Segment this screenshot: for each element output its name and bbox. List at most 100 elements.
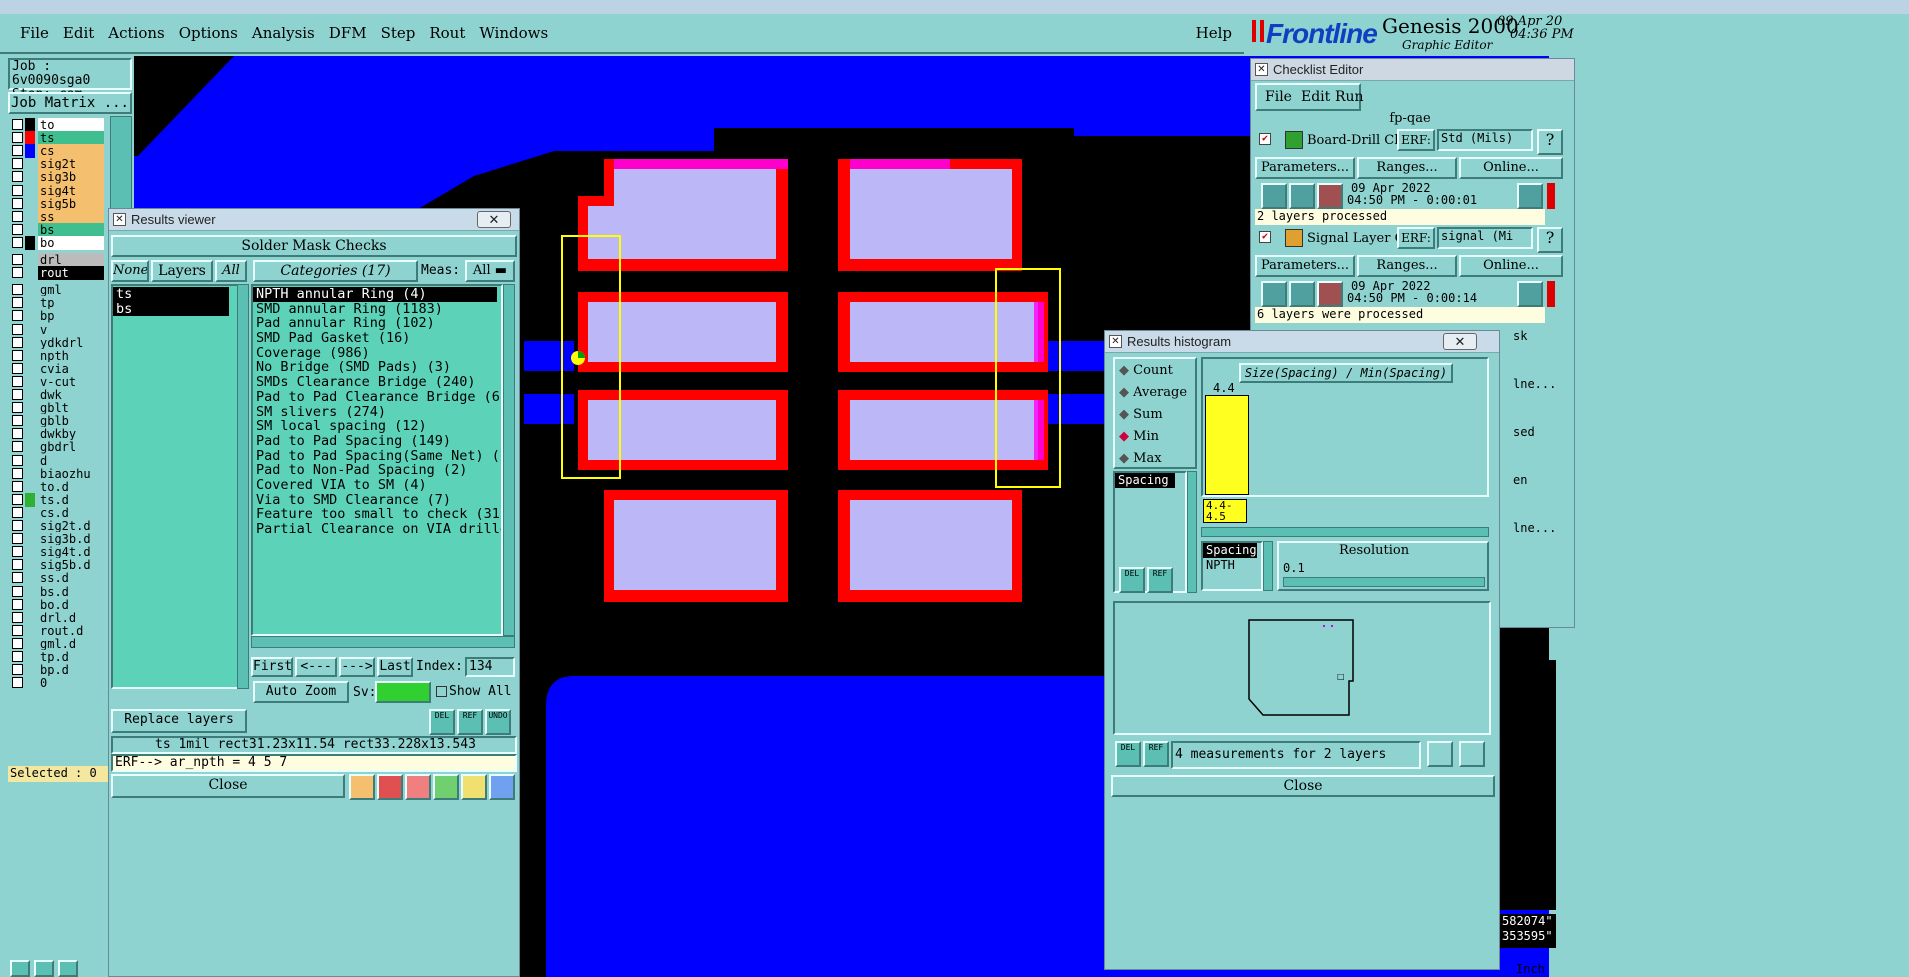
layer-checkbox[interactable] (12, 585, 23, 597)
category-item[interactable]: No Bridge (SMD Pads) (3) (253, 360, 501, 375)
parameters-button[interactable]: Parameters... (1255, 157, 1355, 179)
first-button[interactable]: First (251, 657, 293, 677)
layer-checkbox[interactable] (12, 598, 23, 610)
menu-file[interactable]: File (20, 24, 49, 42)
menu-edit[interactable]: Edit (63, 24, 94, 42)
layer-checkbox[interactable] (12, 520, 23, 531)
parameters-button[interactable]: Parameters... (1255, 255, 1355, 277)
index-input[interactable]: 134 (465, 657, 515, 677)
layer-checkbox[interactable] (12, 428, 23, 440)
layer-row-to[interactable]: to (12, 118, 104, 132)
help-button[interactable]: ? (1537, 227, 1563, 253)
layer-row-bp-d[interactable]: bp.d (12, 663, 104, 678)
layer-checkbox[interactable] (12, 336, 23, 348)
results-layer-list[interactable]: ts bs (111, 284, 239, 689)
category-item[interactable]: Partial Clearance on VIA drilled (253, 522, 501, 537)
layer-row-cs-d[interactable]: cs.d (12, 505, 104, 520)
layer-checkbox[interactable] (12, 375, 23, 387)
layer-list-scrollbar[interactable] (237, 284, 249, 689)
layer-row-bo[interactable]: bo (12, 235, 104, 250)
histogram-option-max[interactable]: ◆ Max (1119, 451, 1162, 466)
layer-row-gml-d[interactable]: gml.d (12, 636, 104, 651)
results-layer-bs[interactable]: bs (113, 301, 229, 317)
layer-checkbox[interactable] (12, 480, 23, 492)
layer-row-sig2t-d[interactable]: sig2t.d (12, 519, 104, 533)
checklist-item-checkbox[interactable]: ✔ (1259, 231, 1271, 243)
results-layer-ts[interactable]: ts (113, 287, 229, 302)
histogram-left-item[interactable]: Spacing (1115, 473, 1175, 488)
toolbar-icon-5[interactable] (461, 774, 487, 800)
layer-checkbox[interactable] (12, 624, 23, 636)
layer-row-bs-d[interactable]: bs.d (12, 584, 104, 599)
layer-row-bs[interactable]: bs (12, 222, 104, 237)
layer-checkbox[interactable] (12, 171, 23, 183)
categories-scrollbar[interactable] (503, 284, 515, 636)
layer-row-sig4t[interactable]: sig4t (12, 183, 104, 198)
layer-row-v[interactable]: v (12, 322, 104, 337)
layer-checkbox[interactable] (12, 441, 23, 453)
layer-checkbox[interactable] (12, 572, 23, 584)
close-window-icon[interactable]: ✕ (477, 211, 511, 228)
category-item[interactable]: SM slivers (274) (253, 404, 501, 420)
histogram-right-scrollbar[interactable] (1263, 541, 1273, 591)
run-icon[interactable] (1261, 183, 1287, 209)
layer-checkbox[interactable] (12, 467, 23, 479)
category-item[interactable]: SMD annular Ring (1183) (253, 301, 501, 317)
layer-checkbox[interactable] (12, 651, 23, 662)
run-all-icon[interactable] (1289, 281, 1315, 307)
layer-row-tp-d[interactable]: tp.d (12, 650, 104, 664)
layer-row-sig2t[interactable]: sig2t (12, 157, 104, 172)
layer-row-gblb[interactable]: gblb (12, 414, 104, 429)
tool-measure-icon[interactable] (34, 960, 54, 977)
histogram-left-scrollbar[interactable] (1187, 471, 1197, 593)
toolbar-icon-1[interactable] (349, 774, 375, 800)
layer-checkbox[interactable] (12, 297, 23, 309)
layer-checkbox[interactable] (12, 184, 23, 196)
layer-checkbox[interactable] (12, 506, 23, 518)
layer-checkbox[interactable] (12, 323, 23, 335)
sv-color-dropdown[interactable] (375, 681, 431, 703)
close-window-icon[interactable]: ✕ (1443, 333, 1477, 350)
layer-row-sig3b[interactable]: sig3b (12, 170, 104, 185)
erf-value[interactable]: signal (Mi (1437, 227, 1533, 249)
layer-checkbox[interactable] (12, 349, 23, 361)
menu-step[interactable]: Step (381, 24, 416, 42)
histogram-preview[interactable]: □ (1113, 601, 1491, 735)
menu-windows[interactable]: Windows (479, 24, 548, 42)
category-item[interactable]: SM local spacing (12) (253, 419, 501, 434)
layer-checkbox[interactable] (12, 402, 23, 414)
replace-layers-dropdown[interactable]: Replace layers (111, 709, 247, 733)
category-item[interactable]: NPTH annular Ring (4) (253, 287, 497, 302)
histogram-ref-icon-2[interactable]: REF (1143, 741, 1169, 767)
category-item[interactable]: Feature too small to check (31) (253, 507, 501, 522)
layer-row-ydkdrl[interactable]: ydkdrl (12, 335, 104, 350)
histogram-right-item-1[interactable]: Spacing (1203, 543, 1257, 558)
category-item[interactable]: SMDs Clearance Bridge (240) (253, 375, 501, 390)
next-button[interactable]: ---> (339, 657, 375, 677)
zoom-icon[interactable] (1517, 281, 1543, 307)
prev-button[interactable]: <--- (295, 657, 337, 677)
layer-row-sig5b[interactable]: sig5b (12, 196, 104, 211)
histogram-ref-icon[interactable]: REF (1147, 567, 1173, 593)
last-button[interactable]: Last (377, 657, 413, 677)
online-button[interactable]: Online... (1459, 255, 1563, 277)
ref-icon[interactable]: REF (457, 709, 483, 735)
layer-row-sig4t-d[interactable]: sig4t.d (12, 545, 104, 560)
layer-row-tp[interactable]: tp (12, 296, 104, 311)
histogram-right-list[interactable]: Spacing NPTH (1201, 541, 1263, 591)
histogram-right-item-2[interactable]: NPTH (1203, 558, 1261, 573)
zoom-icon[interactable] (1517, 183, 1543, 209)
layer-row-npth[interactable]: npth (12, 348, 104, 363)
checklist-item-checkbox[interactable]: ✔ (1259, 133, 1271, 145)
menu-rout[interactable]: Rout (429, 24, 465, 42)
menu-dfm[interactable]: DFM (329, 24, 367, 42)
run-icon[interactable] (1261, 281, 1287, 307)
layer-checkbox[interactable] (12, 415, 23, 427)
layer-checkbox[interactable] (12, 559, 23, 571)
layer-row-d[interactable]: d (12, 453, 104, 468)
category-item[interactable]: Pad annular Ring (102) (253, 316, 501, 331)
layer-checkbox[interactable] (12, 310, 23, 322)
layer-checkbox[interactable] (12, 223, 23, 235)
layer-row-gblt[interactable]: gblt (12, 401, 104, 416)
run-stop-icon[interactable] (1317, 281, 1343, 307)
